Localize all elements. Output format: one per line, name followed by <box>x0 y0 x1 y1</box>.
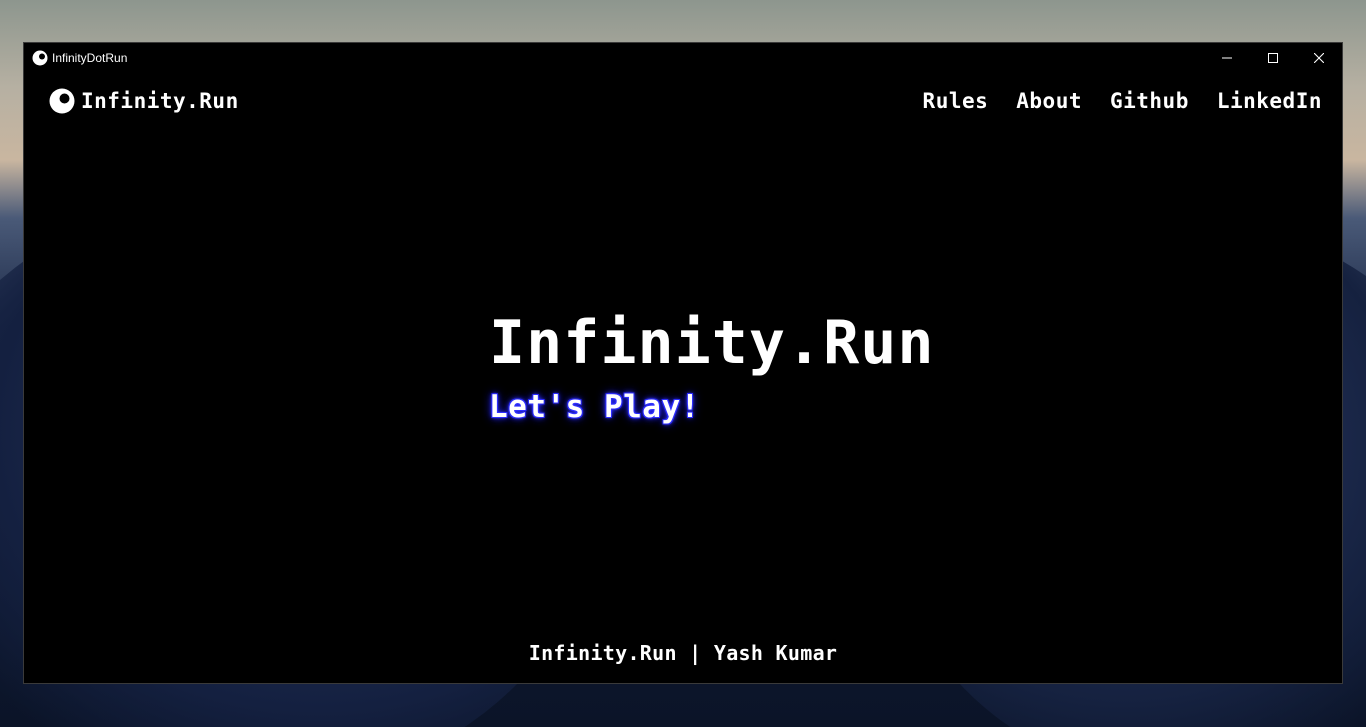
lets-play-button[interactable]: Let's Play! <box>489 389 700 425</box>
brand-name: Infinity.Run <box>81 89 239 113</box>
app-icon <box>32 50 48 66</box>
window-title: InfinityDotRun <box>52 51 128 65</box>
title-bar[interactable]: InfinityDotRun <box>24 43 1342 73</box>
eye-logo-icon <box>49 88 75 114</box>
nav-link-rules[interactable]: Rules <box>923 89 989 113</box>
hero: Infinity.Run Let's Play! <box>489 313 934 425</box>
minimize-icon <box>1222 57 1232 59</box>
desktop: InfinityDotRun Infinity.Run Rules About … <box>0 0 1366 727</box>
app-window: InfinityDotRun Infinity.Run Rules About … <box>23 42 1343 684</box>
close-icon <box>1314 53 1324 63</box>
maximize-icon <box>1268 53 1278 63</box>
nav-link-linkedin[interactable]: LinkedIn <box>1217 89 1322 113</box>
nav-links: Rules About Github LinkedIn <box>923 89 1322 113</box>
nav-link-github[interactable]: Github <box>1110 89 1189 113</box>
maximize-button[interactable] <box>1250 43 1296 73</box>
brand[interactable]: Infinity.Run <box>49 88 239 114</box>
hero-title: Infinity.Run <box>489 308 935 378</box>
minimize-button[interactable] <box>1204 43 1250 73</box>
footer-text: Infinity.Run | Yash Kumar <box>528 641 838 665</box>
close-button[interactable] <box>1296 43 1342 73</box>
navbar: Infinity.Run Rules About Github LinkedIn <box>24 73 1342 129</box>
nav-link-about[interactable]: About <box>1016 89 1082 113</box>
